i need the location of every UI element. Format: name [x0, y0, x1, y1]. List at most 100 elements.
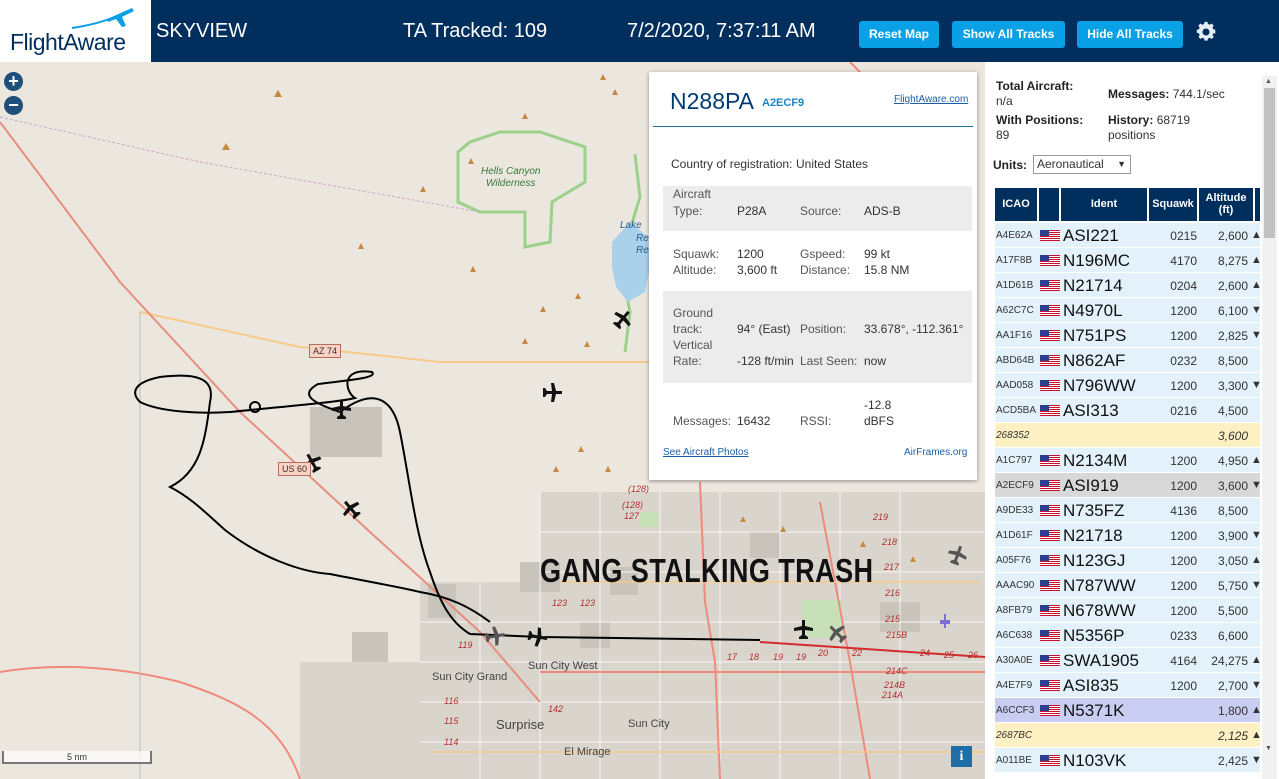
table-row[interactable]: AAD058 N796WW 1200 3,300 ▼ [995, 373, 1262, 398]
table-row[interactable]: A6C638 N5356P 0233 6,600 [995, 623, 1260, 648]
airframes-link[interactable]: AirFrames.org [904, 447, 967, 458]
row-trend-arrow-icon: ▼ [1251, 679, 1262, 691]
row-icao: A8FB79 [996, 605, 1033, 616]
row-altitude: 2,600 [1217, 279, 1248, 293]
table-row[interactable]: A17F8B N196MC 4170 8,275 ▲ [995, 248, 1262, 273]
table-row[interactable]: A1C797 N2134M 1200 4,950 ▲ [995, 448, 1262, 473]
row-icao: A17F8B [996, 255, 1033, 266]
messages-value: 16432 [737, 414, 771, 428]
zoom-out-button[interactable]: − [4, 96, 23, 115]
hide-all-tracks-button[interactable]: Hide All Tracks [1077, 21, 1183, 48]
row-icao: A1D61F [996, 530, 1033, 541]
row-squawk: 4170 [1170, 254, 1197, 268]
row-squawk: 1200 [1170, 579, 1197, 593]
vertical-rate-value: -128 ft/min [737, 354, 794, 368]
messages-rate-label: Messages: [1108, 87, 1170, 101]
table-row[interactable]: ACD5BA ASI313 0216 4,500 [995, 398, 1260, 423]
row-ident: N21714 [1063, 276, 1123, 295]
table-row[interactable]: A6CCF3 N5371K 1,800 ▲ [995, 698, 1262, 723]
row-altitude: 3,600 [1217, 479, 1248, 493]
zoom-in-button[interactable]: + [4, 72, 23, 91]
row-squawk: 1200 [1170, 454, 1197, 468]
table-row[interactable]: A9DE33 N735FZ 4136 8,500 [995, 498, 1260, 523]
row-squawk: 1200 [1170, 304, 1197, 318]
row-squawk: 1200 [1170, 604, 1197, 618]
row-squawk: 1200 [1170, 329, 1197, 343]
row-ident: SWA1905 [1063, 651, 1139, 670]
column-header-flag [1039, 188, 1061, 221]
table-row[interactable]: ABD64B N862AF 0232 8,500 [995, 348, 1260, 373]
us-flag-icon [1040, 480, 1060, 491]
row-icao: A62C7C [996, 305, 1034, 316]
row-icao: ACD5BA [996, 405, 1037, 416]
road-number: 214B [884, 680, 906, 690]
row-squawk: 4136 [1170, 504, 1197, 518]
road-number: 216 [885, 588, 901, 598]
road-number: 17 [727, 652, 738, 662]
table-row[interactable]: 268352 3,600 [995, 423, 1260, 448]
us-flag-icon [1040, 530, 1060, 541]
show-all-tracks-button[interactable]: Show All Tracks [952, 21, 1065, 48]
row-ident: N196MC [1063, 251, 1131, 270]
column-header-ident[interactable]: Ident [1061, 188, 1149, 221]
table-row[interactable]: A4E7F9 ASI835 1200 2,700 ▼ [995, 673, 1262, 698]
row-icao: A6C638 [996, 630, 1033, 641]
column-header-squawk[interactable]: Squawk [1149, 188, 1199, 221]
table-row[interactable]: A4E62A ASI221 0215 2,600 ▲ [995, 223, 1262, 248]
clock: 7/2/2020, 7:37:11 AM [627, 20, 816, 42]
aircraft-registration: N288PA [670, 88, 754, 114]
city-label-sun-city: Sun City [628, 718, 670, 730]
table-row[interactable]: A05F76 N123GJ 1200 3,050 ▲ [995, 548, 1262, 573]
row-trend-arrow-icon: ▼ [1251, 379, 1262, 391]
scroll-down-arrow-icon[interactable]: ▼ [1265, 745, 1272, 752]
aircraft-table-body: A4E62A ASI221 0215 2,600 ▲ A17F8B N196MC 4170 8,… [995, 223, 1262, 773]
row-ident: N678WW [1063, 601, 1136, 620]
info-icon[interactable]: i [951, 746, 972, 767]
gspeed-value: 99 kt [864, 247, 891, 261]
row-ident: N21718 [1063, 526, 1123, 545]
row-icao: A6CCF3 [996, 705, 1035, 716]
row-altitude: 8,500 [1217, 504, 1248, 518]
row-altitude: 3,300 [1217, 379, 1248, 393]
road-number: 123 [552, 598, 568, 608]
vertical-rate-label: Rate: [673, 354, 702, 368]
row-altitude: 4,500 [1217, 404, 1248, 418]
row-trend-arrow-icon: ▲ [1251, 554, 1262, 566]
table-row[interactable]: AA1F16 N751PS 1200 2,825 ▼ [995, 323, 1262, 348]
column-header-icao[interactable]: ICAO [995, 188, 1039, 221]
table-row[interactable]: 2687BC 2,125 ▲ [995, 723, 1262, 748]
scroll-up-arrow-icon[interactable]: ▲ [1265, 78, 1272, 85]
table-row[interactable]: AAAC90 N787WW 1200 5,750 ▼ [995, 573, 1262, 598]
logo-text: FlightAware [10, 29, 126, 55]
flightaware-logo[interactable]: FlightAware [0, 0, 151, 62]
row-icao: A1C797 [996, 455, 1033, 466]
table-row[interactable]: A1D61F N21718 1200 3,900 ▼ [995, 523, 1262, 548]
table-row[interactable]: A30A0E SWA1905 4164 24,275 ▲ [995, 648, 1262, 673]
city-label-surprise: Surprise [496, 717, 545, 732]
table-row[interactable]: A2ECF9 ASI919 1200 3,600 ▼ [995, 473, 1262, 498]
road-number: 25 [944, 650, 955, 660]
squawk-label: Squawk: [673, 247, 720, 261]
gear-icon[interactable] [1194, 20, 1218, 44]
row-icao: A05F76 [996, 555, 1032, 566]
table-row[interactable]: A011BE N103VK 2,425 ▼ [995, 748, 1262, 773]
reset-map-button[interactable]: Reset Map [859, 21, 939, 48]
row-squawk: 0232 [1170, 354, 1197, 368]
table-row[interactable]: A1D61B N21714 0204 2,600 ▲ [995, 273, 1262, 298]
distance-value: 15.8 NM [864, 263, 910, 277]
table-row[interactable]: A8FB79 N678WW 1200 5,500 [995, 598, 1260, 623]
row-ident: N103VK [1063, 751, 1127, 770]
row-icao: AA1F16 [996, 330, 1033, 341]
units-select[interactable]: Aeronautical ▼ [1033, 155, 1131, 174]
flightaware-link[interactable]: FlightAware.com [894, 94, 968, 105]
aircraft-type-label: Aircraft [673, 187, 712, 201]
ta-tracked-count: TA Tracked: 109 [403, 20, 548, 42]
aircraft-photos-link[interactable]: See Aircraft Photos [663, 447, 749, 458]
table-row[interactable]: A62C7C N4970L 1200 6,100 ▼ [995, 298, 1262, 323]
panel-scrollbar-thumb[interactable] [1264, 88, 1275, 238]
road-number: 215 [885, 614, 901, 624]
column-header-altitude[interactable]: Altitude (ft) [1199, 188, 1255, 221]
road-number: 19 [796, 652, 807, 662]
row-trend-arrow-icon: ▲ [1251, 654, 1262, 666]
aircraft-hex-code[interactable]: A2ECF9 [762, 97, 804, 109]
